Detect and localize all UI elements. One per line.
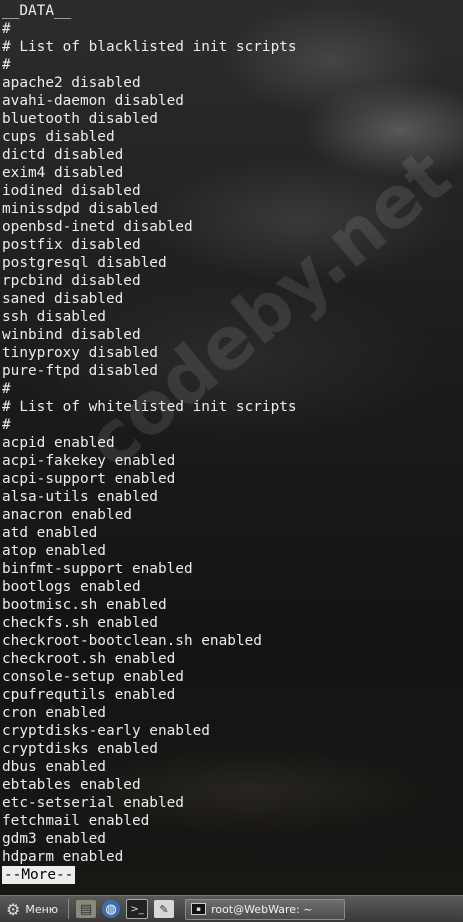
terminal-line: binfmt-support enabled — [2, 561, 193, 577]
terminal-line: __DATA__ — [2, 3, 72, 19]
terminal-line: checkroot-bootclean.sh enabled — [2, 633, 262, 649]
terminal-line: checkroot.sh enabled — [2, 651, 176, 667]
terminal-line: hdparm enabled — [2, 849, 124, 865]
more-prompt[interactable]: --More-- — [2, 866, 76, 884]
task-button-terminal[interactable]: ▪ root@WebWare: ~ — [185, 898, 346, 920]
text-editor-icon[interactable]: ✎ — [154, 900, 175, 918]
terminal-line: anacron enabled — [2, 507, 132, 523]
terminal-icon: ▪ — [191, 903, 207, 915]
terminal-line: bluetooth disabled — [2, 111, 158, 127]
gear-icon: ⚙ — [6, 899, 21, 919]
terminal-line: alsa-utils enabled — [2, 489, 158, 505]
terminal-line: tinyproxy disabled — [2, 345, 158, 361]
terminal-icon[interactable]: >_ — [126, 899, 149, 919]
terminal-line: saned disabled — [2, 291, 124, 307]
web-browser-icon[interactable]: ◍ — [102, 900, 121, 918]
terminal-line: postgresql disabled — [2, 255, 167, 271]
terminal-line: gdm3 enabled — [2, 831, 106, 847]
terminal-line: acpi-support enabled — [2, 471, 176, 487]
terminal-line: etc-setserial enabled — [2, 795, 184, 811]
terminal-line: console-setup enabled — [2, 669, 184, 685]
terminal-line: bootmisc.sh enabled — [2, 597, 167, 613]
terminal-line: cryptdisks enabled — [2, 741, 158, 757]
terminal-line: # — [2, 57, 11, 73]
more-prompt-line: --More-- — [2, 866, 463, 884]
terminal-line: # List of blacklisted init scripts — [2, 39, 297, 55]
terminal-line: cron enabled — [2, 705, 106, 721]
terminal-line: fetchmail enabled — [2, 813, 150, 829]
task-label: root@WebWare: ~ — [211, 902, 313, 916]
terminal-line: winbind disabled — [2, 327, 141, 343]
terminal-line: rpcbind disabled — [2, 273, 141, 289]
terminal-line: cryptdisks-early enabled — [2, 723, 210, 739]
terminal-line: # — [2, 417, 11, 433]
terminal-line: postfix disabled — [2, 237, 141, 253]
terminal-line: checkfs.sh enabled — [2, 615, 158, 631]
terminal-line: bootlogs enabled — [2, 579, 141, 595]
menu-button[interactable]: ⚙ Меню — [0, 896, 64, 922]
terminal-line: dbus enabled — [2, 759, 106, 775]
terminal-line: avahi-daemon disabled — [2, 93, 184, 109]
terminal-line: atop enabled — [2, 543, 106, 559]
terminal-line: # List of whitelisted init scripts — [2, 399, 297, 415]
terminal-line: apache2 disabled — [2, 75, 141, 91]
terminal-line: cups disabled — [2, 129, 115, 145]
terminal-line: cpufrequtils enabled — [2, 687, 176, 703]
terminal-line: acpi-fakekey enabled — [2, 453, 176, 469]
terminal-line: # — [2, 381, 11, 397]
terminal-line: atd enabled — [2, 525, 98, 541]
terminal-line: ebtables enabled — [2, 777, 141, 793]
terminal-line: minissdpd disabled — [2, 201, 158, 217]
terminal-line: # — [2, 21, 11, 37]
terminal-output[interactable]: __DATA__ # # List of blacklisted init scri… — [0, 0, 463, 895]
terminal-line: dictd disabled — [2, 147, 124, 163]
taskbar: ⚙ Меню ▤ ◍ >_ ✎ ▪ root@WebWare: ~ — [0, 895, 463, 922]
terminal-line: acpid enabled — [2, 435, 115, 451]
terminal-line: exim4 disabled — [2, 165, 124, 181]
terminal-line: pure-ftpd disabled — [2, 363, 158, 379]
terminal-line: ssh disabled — [2, 309, 106, 325]
menu-label: Меню — [25, 902, 59, 916]
terminal-line: iodined disabled — [2, 183, 141, 199]
separator — [68, 899, 70, 919]
file-manager-icon[interactable]: ▤ — [76, 900, 97, 918]
terminal-line: openbsd-inetd disabled — [2, 219, 193, 235]
